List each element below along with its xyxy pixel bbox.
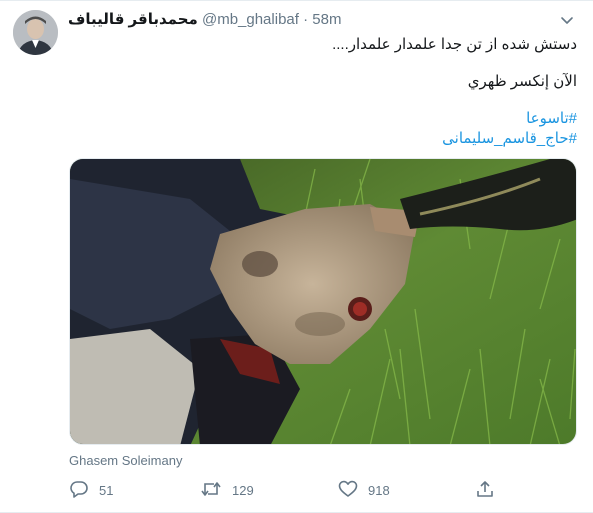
tweet[interactable]: محمدباقر قالیباف @mb_ghalibaf · 58m دستش… xyxy=(0,0,593,513)
separator-dot: · xyxy=(303,11,309,28)
avatar[interactable] xyxy=(13,10,58,55)
reply-count: 51 xyxy=(99,482,114,498)
heart-icon xyxy=(338,479,358,502)
retweet-button[interactable]: 129 xyxy=(200,478,254,502)
timestamp[interactable]: 58m xyxy=(312,11,341,28)
like-button[interactable]: 918 xyxy=(338,478,390,502)
top-divider xyxy=(0,0,593,1)
hashtag-link[interactable]: #تاسوعا xyxy=(67,109,577,129)
reply-button[interactable]: 51 xyxy=(69,478,113,502)
tweet-text-line-2: الآن إنکسر ظهري xyxy=(467,73,577,90)
hashtag-link[interactable]: #حاج_قاسم_سلیمانی xyxy=(67,129,577,149)
display-name[interactable]: محمدباقر قالیباف xyxy=(68,11,198,28)
tweet-actions: 51 129 918 xyxy=(69,478,577,502)
user-handle[interactable]: @mb_ghalibaf xyxy=(202,11,299,28)
chevron-down-icon[interactable] xyxy=(557,10,577,30)
tweet-text-line-1: دستش شده از تن جدا علمدار علمدار.... xyxy=(332,36,577,53)
photo-credit[interactable]: Ghasem Soleimany xyxy=(69,453,182,468)
retweet-count: 129 xyxy=(232,482,254,498)
share-button[interactable] xyxy=(475,478,495,502)
reply-icon xyxy=(69,479,89,502)
like-count: 918 xyxy=(368,482,390,498)
tweet-photo[interactable] xyxy=(69,158,577,445)
share-icon xyxy=(475,479,495,502)
tweet-header: محمدباقر قالیباف @mb_ghalibaf · 58m xyxy=(68,11,341,29)
retweet-icon xyxy=(200,479,222,502)
